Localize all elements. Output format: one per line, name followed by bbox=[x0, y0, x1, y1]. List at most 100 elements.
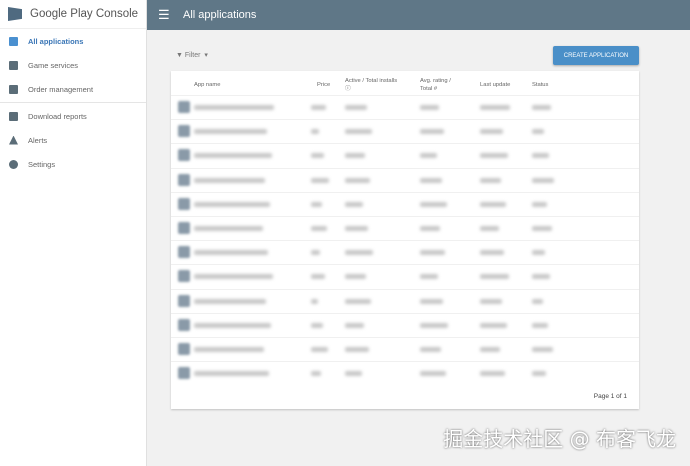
label: Settings bbox=[28, 159, 56, 169]
app-icon bbox=[178, 149, 190, 162]
sidebar-item-download-reports[interactable]: Download reports bbox=[0, 104, 146, 128]
blurred-cell bbox=[311, 274, 325, 280]
divider bbox=[0, 102, 146, 103]
blurred-cell bbox=[345, 347, 369, 352]
blurred-cell bbox=[345, 177, 370, 183]
blurred-cell bbox=[194, 105, 274, 110]
app-icon bbox=[178, 197, 190, 210]
blurred-cell bbox=[311, 322, 323, 328]
label: Active / Total installs bbox=[345, 78, 398, 84]
top-bar: ☰ All applications bbox=[147, 0, 690, 30]
gamepad-icon bbox=[9, 60, 18, 70]
blurred-cell bbox=[194, 274, 273, 280]
blurred-cell bbox=[311, 298, 318, 304]
applications-table: App name Price Active / Total installs ⓘ … bbox=[171, 71, 639, 409]
blurred-cell bbox=[480, 322, 507, 328]
blurred-cell bbox=[420, 347, 441, 352]
table-row[interactable] bbox=[171, 191, 639, 216]
blurred-cell bbox=[480, 250, 504, 256]
table-row[interactable] bbox=[171, 240, 639, 264]
blurred-cell bbox=[480, 274, 509, 280]
app-icon bbox=[178, 367, 190, 380]
blurred-cell bbox=[480, 153, 508, 159]
app-icon bbox=[178, 125, 190, 138]
table-row[interactable] bbox=[171, 264, 639, 288]
blurred-cell bbox=[311, 153, 324, 159]
col-app-name[interactable]: App name bbox=[194, 81, 220, 89]
table-row[interactable] bbox=[171, 167, 639, 192]
col-installs[interactable]: Active / Total installs ⓘ bbox=[345, 77, 407, 93]
sidebar-item-game-services[interactable]: Game services bbox=[0, 53, 146, 77]
col-price[interactable]: Price bbox=[317, 81, 330, 89]
brand-name: Google Play Console bbox=[30, 8, 139, 20]
app-icon bbox=[178, 318, 190, 331]
blurred-cell bbox=[311, 201, 322, 207]
blurred-cell bbox=[420, 129, 444, 135]
blurred-cell bbox=[532, 274, 550, 280]
blurred-cell bbox=[345, 129, 372, 135]
table-row[interactable] bbox=[171, 95, 639, 119]
blurred-cell bbox=[345, 371, 362, 377]
blurred-cell bbox=[420, 371, 446, 377]
table-row[interactable] bbox=[171, 288, 639, 313]
label: Order management bbox=[28, 84, 94, 94]
blurred-cell bbox=[480, 105, 510, 110]
help-icon[interactable]: ⓘ bbox=[345, 86, 351, 92]
col-last-update[interactable]: Last update bbox=[480, 81, 510, 89]
table-row[interactable] bbox=[171, 216, 639, 240]
label: All applications bbox=[28, 36, 84, 46]
table-row[interactable] bbox=[171, 361, 639, 385]
blurred-cell bbox=[532, 177, 554, 183]
filter-dropdown[interactable]: ▼ Filter ▾ bbox=[176, 51, 208, 59]
sidebar-item-order-management[interactable]: Order management bbox=[0, 77, 146, 101]
brand[interactable]: Google Play Console bbox=[0, 0, 146, 29]
blurred-cell bbox=[480, 298, 502, 304]
gear-icon bbox=[9, 159, 18, 169]
table-row[interactable] bbox=[171, 337, 639, 361]
sidebar-item-settings[interactable]: Settings bbox=[0, 152, 146, 176]
app-icon bbox=[178, 294, 190, 307]
table-row[interactable] bbox=[171, 143, 639, 167]
credit-card-icon bbox=[9, 84, 18, 94]
blurred-cell bbox=[420, 226, 440, 231]
label: Alerts bbox=[28, 135, 48, 145]
blurred-cell bbox=[194, 129, 267, 135]
blurred-cell bbox=[194, 371, 269, 377]
pagination: Page 1 of 1 bbox=[593, 393, 627, 400]
blurred-cell bbox=[480, 177, 501, 183]
blurred-cell bbox=[194, 177, 265, 183]
col-rating[interactable]: Avg. rating / Total # bbox=[420, 77, 460, 93]
create-application-button[interactable]: CREATE APPLICATION bbox=[553, 46, 639, 65]
alert-icon bbox=[9, 135, 18, 145]
table-row[interactable] bbox=[171, 119, 639, 143]
blurred-cell bbox=[194, 250, 268, 256]
sidebar: Google Play Console All applications Gam… bbox=[0, 0, 147, 466]
page-title: All applications bbox=[183, 9, 257, 21]
play-console-logo-icon bbox=[8, 7, 22, 21]
blurred-cell bbox=[345, 322, 364, 328]
blurred-cell bbox=[345, 298, 371, 304]
blurred-cell bbox=[345, 226, 368, 231]
blurred-cell bbox=[480, 347, 500, 352]
download-icon bbox=[9, 111, 18, 121]
blurred-cell bbox=[532, 250, 545, 256]
blurred-cell bbox=[532, 371, 546, 377]
app-icon bbox=[178, 222, 190, 234]
menu-icon[interactable]: ☰ bbox=[158, 7, 172, 23]
blurred-cell bbox=[194, 201, 270, 207]
app-icon bbox=[178, 246, 190, 259]
blurred-cell bbox=[420, 298, 443, 304]
blurred-cell bbox=[345, 274, 366, 280]
blurred-cell bbox=[420, 250, 445, 256]
blurred-cell bbox=[420, 201, 447, 207]
blurred-cell bbox=[345, 201, 363, 207]
blurred-cell bbox=[532, 129, 544, 135]
blurred-cell bbox=[194, 322, 271, 328]
blurred-cell bbox=[194, 298, 266, 304]
col-status[interactable]: Status bbox=[532, 81, 548, 89]
sidebar-item-alerts[interactable]: Alerts bbox=[0, 128, 146, 152]
table-row[interactable] bbox=[171, 312, 639, 337]
blurred-cell bbox=[345, 105, 367, 110]
blurred-cell bbox=[345, 153, 365, 159]
sidebar-item-all-applications[interactable]: All applications bbox=[0, 29, 146, 53]
